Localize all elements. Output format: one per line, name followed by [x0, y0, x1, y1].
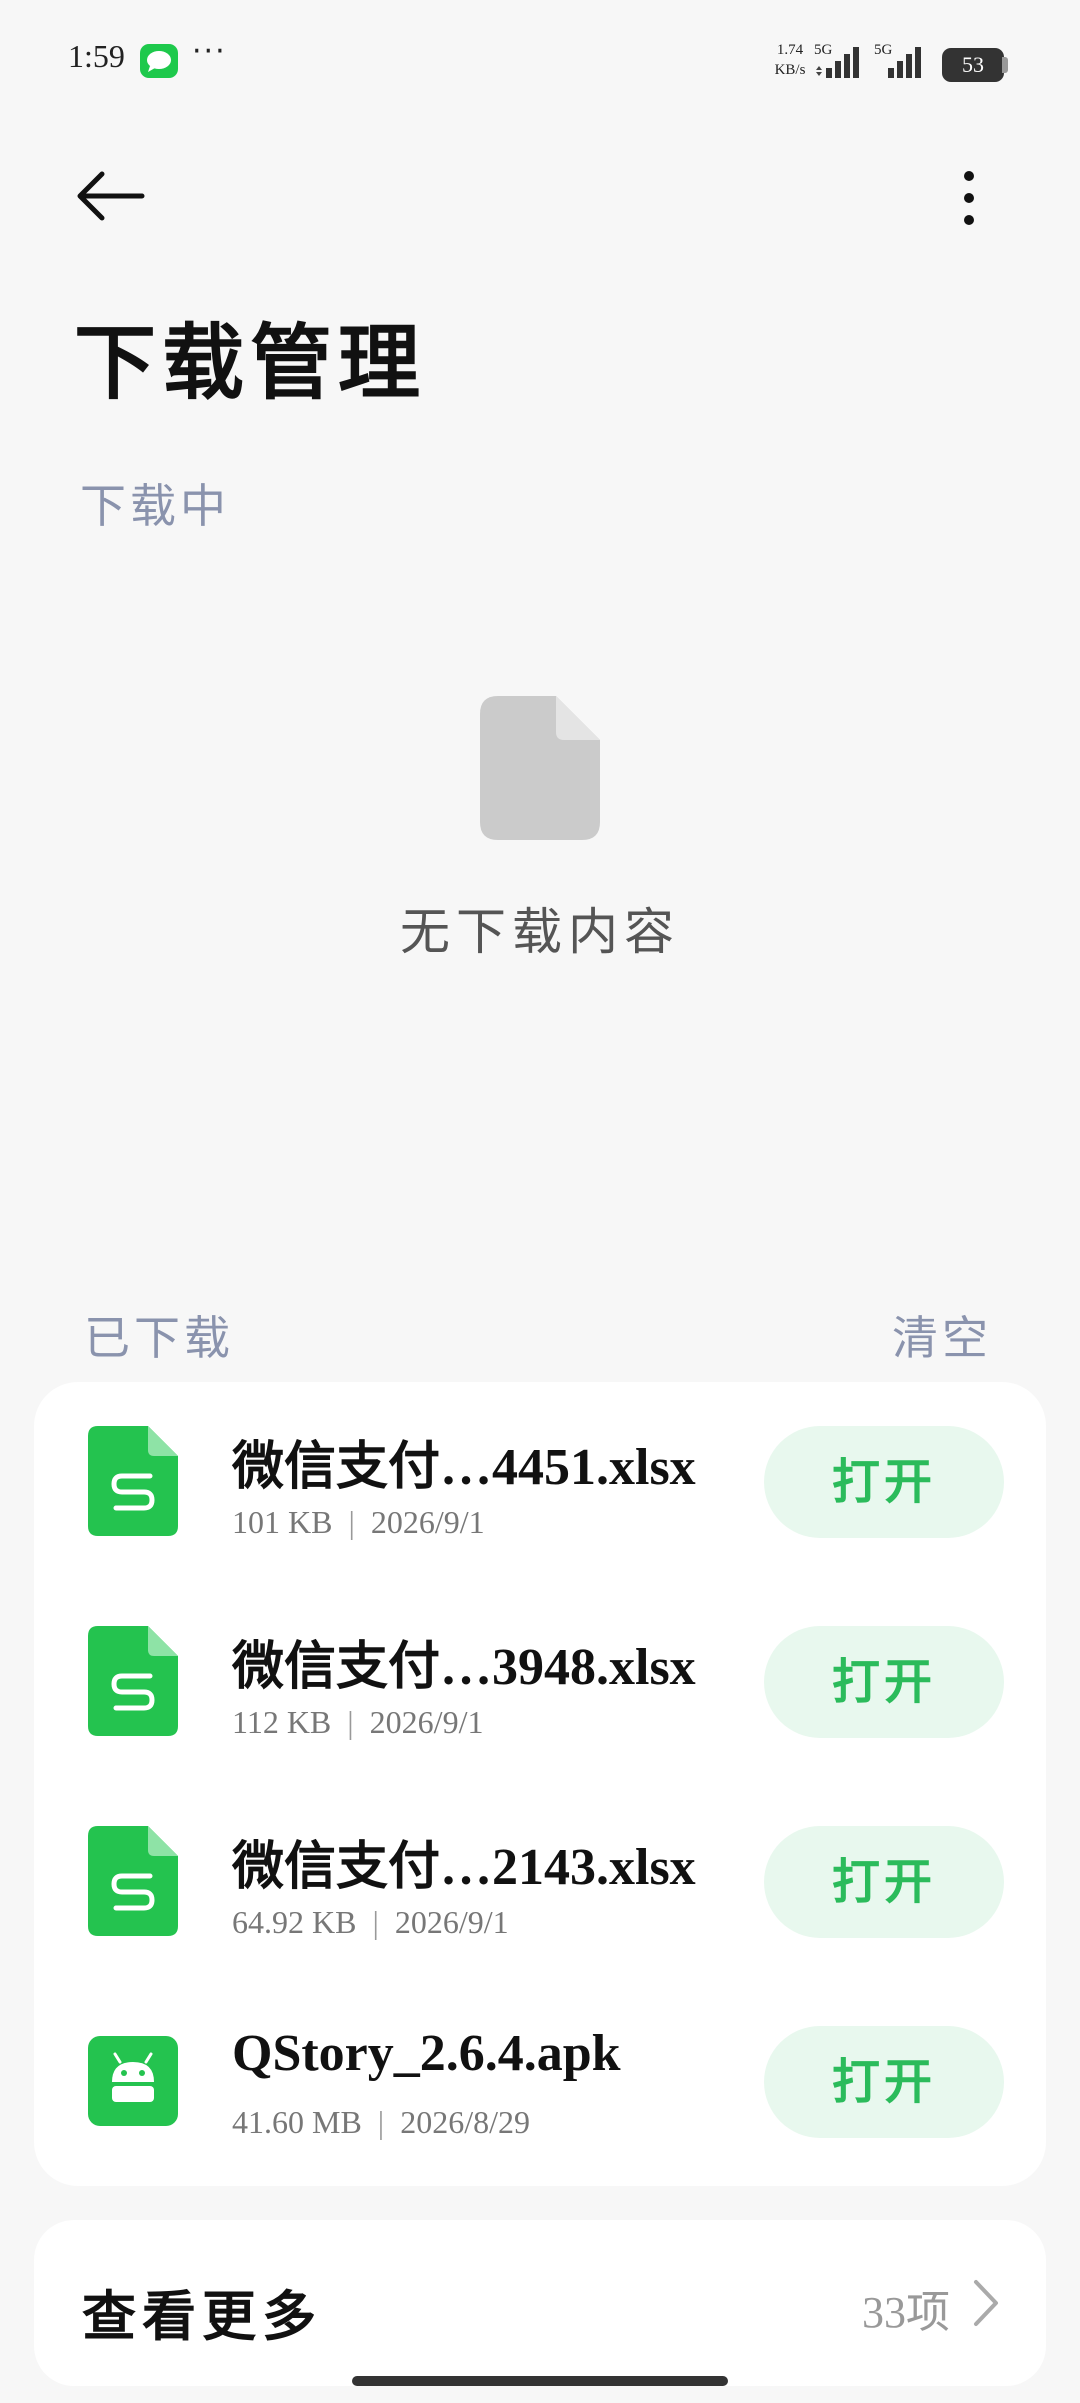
item-count: 33项 — [862, 2288, 950, 2337]
file-date: 2026/9/1 — [370, 1504, 485, 1540]
downloaded-list: 微信支付…4451.xlsx 101 KB | 2026/9/1 打开 微信支付…3… — [34, 1382, 1046, 2186]
more-options-icon[interactable] — [954, 168, 984, 228]
message-notification-icon — [140, 44, 178, 78]
back-arrow-icon[interactable] — [74, 170, 146, 222]
open-button[interactable]: 打开 — [764, 1426, 1004, 1538]
meta-separator: | — [372, 1904, 379, 1940]
file-meta: 41.60 MB | 2026/8/29 — [232, 2104, 530, 2141]
signal-bars-icon — [816, 47, 859, 78]
meta-separator: | — [347, 1704, 354, 1740]
spreadsheet-icon — [88, 1826, 178, 1936]
open-button[interactable]: 打开 — [764, 2026, 1004, 2138]
open-button[interactable]: 打开 — [764, 1826, 1004, 1938]
battery-indicator: 53 — [942, 48, 1004, 82]
spreadsheet-icon — [88, 1426, 178, 1536]
downloading-section-label: 下载中 — [80, 481, 230, 532]
battery-cap — [1002, 57, 1008, 73]
file-name: 微信支付…3948.xlsx — [232, 1639, 696, 1696]
view-more-row[interactable]: 查看更多 33项 — [34, 2220, 1046, 2386]
file-name: QStory_2.6.4.apk — [232, 2025, 621, 2082]
file-name: 微信支付…4451.xlsx — [232, 1439, 696, 1496]
empty-state-text: 无下载内容 — [400, 904, 680, 960]
file-date: 2026/8/29 — [400, 2104, 530, 2140]
file-meta: 112 KB | 2026/9/1 — [232, 1704, 483, 1741]
spreadsheet-icon — [88, 1626, 178, 1736]
signal-sim2: 5G — [874, 42, 921, 78]
page-title: 下载管理 — [74, 318, 427, 409]
file-meta: 64.92 KB | 2026/9/1 — [232, 1904, 509, 1941]
more-notifications-icon: ··· — [192, 34, 227, 69]
file-date: 2026/9/1 — [369, 1704, 484, 1740]
list-item[interactable]: 微信支付…4451.xlsx 101 KB | 2026/9/1 打开 — [34, 1382, 1046, 1582]
file-date: 2026/9/1 — [394, 1904, 509, 1940]
chevron-right-icon — [974, 2280, 998, 2326]
signal-sim1: 5G — [814, 42, 859, 78]
file-meta: 101 KB | 2026/9/1 — [232, 1504, 485, 1541]
downloaded-section-label: 已下载 — [84, 1313, 234, 1364]
file-size: 101 KB — [232, 1504, 333, 1540]
file-name: 微信支付…2143.xlsx — [232, 1839, 696, 1896]
file-size: 64.92 KB — [232, 1904, 357, 1940]
file-size: 41.60 MB — [232, 2104, 362, 2140]
clear-button[interactable]: 清空 — [892, 1302, 992, 1368]
android-icon — [88, 2036, 178, 2126]
meta-separator: | — [377, 2104, 385, 2140]
meta-separator: | — [348, 1504, 355, 1540]
signal-bars-icon — [888, 47, 921, 78]
list-item[interactable]: 微信支付…3948.xlsx 112 KB | 2026/9/1 打开 — [34, 1582, 1046, 1782]
status-time: 1:59 — [68, 38, 125, 74]
network-speed: 1.74 KB/s — [774, 42, 806, 78]
view-more-label: 查看更多 — [82, 2287, 322, 2347]
list-item[interactable]: QStory_2.6.4.apk 41.60 MB | 2026/8/29 打开 — [34, 1982, 1046, 2182]
list-item[interactable]: 微信支付…2143.xlsx 64.92 KB | 2026/9/1 打开 — [34, 1782, 1046, 1982]
file-size: 112 KB — [232, 1704, 332, 1740]
open-button[interactable]: 打开 — [764, 1626, 1004, 1738]
home-indicator[interactable] — [352, 2376, 728, 2386]
empty-document-icon — [480, 696, 600, 840]
